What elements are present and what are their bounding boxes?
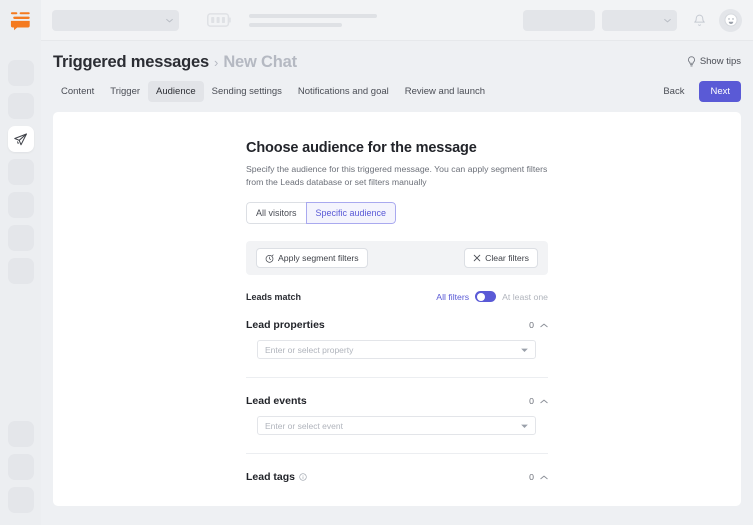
- tab-trigger[interactable]: Trigger: [102, 81, 148, 102]
- page-title: Choose audience for the message: [246, 140, 477, 156]
- clear-filters-button[interactable]: Clear filters: [464, 248, 538, 269]
- section-count: 0: [529, 472, 534, 483]
- audience-card: Choose audience for the message Specify …: [53, 112, 741, 506]
- section-count: 0: [529, 320, 534, 331]
- clear-filters-label: Clear filters: [485, 253, 529, 264]
- section-meta: 0: [529, 472, 548, 482]
- audience-mode-toggle: All visitors Specific audience: [246, 202, 397, 225]
- sidebar-item-skeleton-5[interactable]: [7, 225, 34, 251]
- leads-match-option-all[interactable]: All filters: [436, 292, 469, 302]
- next-button[interactable]: Next: [699, 81, 741, 102]
- section-title: Lead tags: [246, 471, 296, 484]
- lead-property-select[interactable]: Enter or select property: [257, 340, 536, 360]
- topbar-secondary-select[interactable]: [602, 9, 677, 31]
- chevron-down-icon: [521, 348, 528, 352]
- leads-match-control: All filters At least one: [436, 291, 548, 303]
- apply-segment-filters-label: Apply segment filters: [278, 253, 359, 264]
- breadcrumb-parent[interactable]: Triggered messages: [53, 53, 209, 72]
- topbar-action-placeholder[interactable]: [523, 9, 595, 31]
- section-meta: 0: [529, 320, 548, 330]
- tab-sending-settings[interactable]: Sending settings: [204, 81, 290, 102]
- chevron-up-icon[interactable]: [540, 399, 548, 404]
- tab-audience[interactable]: Audience: [148, 81, 204, 102]
- sidebar-item-skeleton-1[interactable]: [7, 60, 34, 86]
- breadcrumb-current: New Chat: [223, 53, 297, 71]
- toggle-knob: [476, 292, 485, 301]
- page-body: Triggered messages › New Chat Show tips …: [41, 41, 753, 525]
- section-meta: 0: [529, 396, 548, 406]
- sidebar-item-skeleton-4[interactable]: [7, 192, 34, 218]
- chevron-down-icon: [521, 424, 528, 428]
- back-button[interactable]: Back: [654, 81, 693, 102]
- sidebar-bottom-skeleton-1[interactable]: [7, 421, 34, 447]
- section-header[interactable]: Lead events 0: [246, 378, 548, 407]
- tab-review-and-launch[interactable]: Review and launch: [397, 81, 493, 102]
- paper-plane-icon: [13, 132, 28, 147]
- leads-match-option-any[interactable]: At least one: [502, 292, 548, 302]
- lightbulb-icon: [687, 56, 696, 67]
- section-title: Lead events: [246, 395, 307, 408]
- sidebar-bottom-skeleton-2[interactable]: [7, 454, 34, 480]
- battery-icon: [207, 13, 233, 27]
- leads-match-row: Leads match All filters At least one: [246, 291, 548, 303]
- audience-mode-all-visitors[interactable]: All visitors: [246, 202, 306, 225]
- show-tips-button[interactable]: Show tips: [687, 56, 741, 67]
- left-nav-rail: [0, 0, 41, 525]
- show-tips-label: Show tips: [699, 56, 741, 67]
- section-header[interactable]: Lead properties 0: [246, 302, 548, 331]
- breadcrumb: Triggered messages › New Chat Show tips: [41, 41, 753, 72]
- bell-icon[interactable]: [693, 14, 706, 27]
- audience-intro: Choose audience for the message Specify …: [246, 140, 548, 303]
- sidebar-item-triggered-messages[interactable]: [7, 126, 34, 152]
- apply-segment-filters-button[interactable]: Apply segment filters: [256, 248, 368, 269]
- sidebar-bottom-skeleton-3[interactable]: [7, 487, 34, 513]
- wizard-tabs: Content Trigger Audience Sending setting…: [41, 72, 753, 102]
- close-x-icon: [473, 254, 481, 262]
- sidebar-items: [7, 60, 34, 284]
- dashly-logo[interactable]: [0, 0, 41, 41]
- sidebar-item-skeleton-6[interactable]: [7, 258, 34, 284]
- sidebar-item-skeleton-2[interactable]: [7, 93, 34, 119]
- section-lead-tags: Lead tags 0: [246, 454, 548, 483]
- topbar-placeholder-lines: [249, 13, 377, 27]
- section-title: Lead properties: [246, 319, 325, 332]
- topbar-placeholder-line-1: [249, 13, 377, 18]
- leads-match-toggle[interactable]: [475, 291, 497, 303]
- wizard-actions: Back Next: [654, 81, 741, 102]
- chevron-down-icon: [664, 18, 671, 23]
- section-lead-properties: Lead properties 0 Enter or select proper…: [246, 302, 548, 360]
- tab-content[interactable]: Content: [53, 81, 102, 102]
- lead-property-placeholder: Enter or select property: [265, 344, 354, 355]
- lead-event-placeholder: Enter or select event: [265, 420, 343, 431]
- tab-notifications-and-goal[interactable]: Notifications and goal: [290, 81, 397, 102]
- section-header[interactable]: Lead tags 0: [246, 454, 548, 483]
- chevron-up-icon[interactable]: [540, 323, 548, 328]
- section-lead-events: Lead events 0 Enter or select event: [246, 378, 548, 436]
- page-description: Specify the audience for this triggered …: [246, 164, 548, 188]
- segment-clock-icon: [265, 254, 274, 263]
- audience-mode-specific-audience[interactable]: Specific audience: [305, 202, 397, 225]
- leads-match-label: Leads match: [246, 291, 302, 302]
- filter-action-bar: Apply segment filters Clear filters: [246, 241, 548, 276]
- topbar-placeholder-line-2: [249, 22, 342, 27]
- chevron-down-icon: [166, 18, 173, 23]
- user-avatar[interactable]: [719, 8, 742, 32]
- top-bar: [41, 0, 753, 41]
- info-circle-icon[interactable]: [299, 473, 307, 481]
- chevron-up-icon[interactable]: [540, 475, 548, 480]
- lead-event-select[interactable]: Enter or select event: [257, 416, 536, 436]
- breadcrumb-separator: ›: [213, 55, 219, 70]
- section-count: 0: [529, 396, 534, 407]
- workspace-select[interactable]: [52, 9, 179, 31]
- sidebar-bottom-items: [7, 421, 34, 513]
- sidebar-item-skeleton-3[interactable]: [7, 159, 34, 185]
